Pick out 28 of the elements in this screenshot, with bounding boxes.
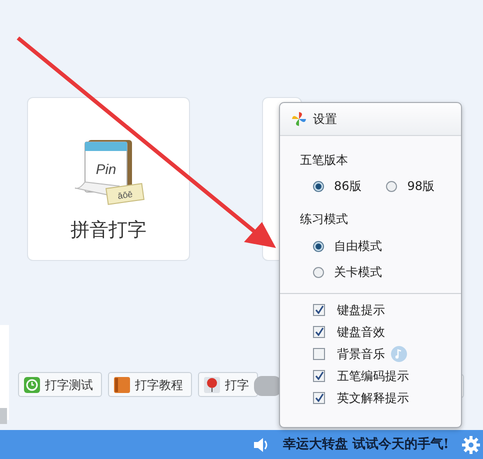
toolbar-button[interactable]: 打字测试 [18, 372, 102, 397]
card-label: 拼音打字 [70, 218, 146, 243]
checkbox-label: 五笔编码提示 [337, 368, 409, 384]
pinwheel-icon [291, 111, 307, 127]
checkbox[interactable] [313, 348, 325, 360]
popup-title: 设置 [313, 111, 337, 128]
checkbox-label: 背景音乐 [337, 346, 385, 362]
checkbox-label: 键盘音效 [337, 324, 385, 340]
checkbox[interactable] [313, 370, 325, 382]
book-icon [114, 376, 130, 392]
toolbar-button[interactable]: 打字教程 [108, 372, 192, 397]
checkbox[interactable] [313, 326, 325, 338]
balloon-icon [204, 376, 220, 392]
clock-icon [24, 376, 40, 392]
section-heading: 五笔版本 [300, 152, 349, 169]
checkbox-label: 英文解释提示 [337, 390, 409, 406]
radio-option[interactable]: 自由模式 [313, 237, 461, 255]
radio-option[interactable]: 98版 [386, 177, 435, 195]
checkbox-label: 键盘提示 [337, 302, 385, 318]
settings-icon[interactable] [462, 436, 480, 454]
toolbar-button[interactable]: 打字 [198, 372, 258, 397]
section-heading: 练习模式 [300, 211, 349, 228]
mode-card[interactable]: Pin āōē 拼音打字 [27, 97, 190, 261]
radio-option[interactable]: 关卡模式 [313, 263, 461, 281]
promo-link[interactable]: 幸运大转盘 试试今天的手气! [282, 434, 449, 454]
checkbox[interactable] [313, 304, 325, 316]
radio-option[interactable]: 86版 [313, 177, 362, 195]
checkbox[interactable] [313, 392, 325, 404]
